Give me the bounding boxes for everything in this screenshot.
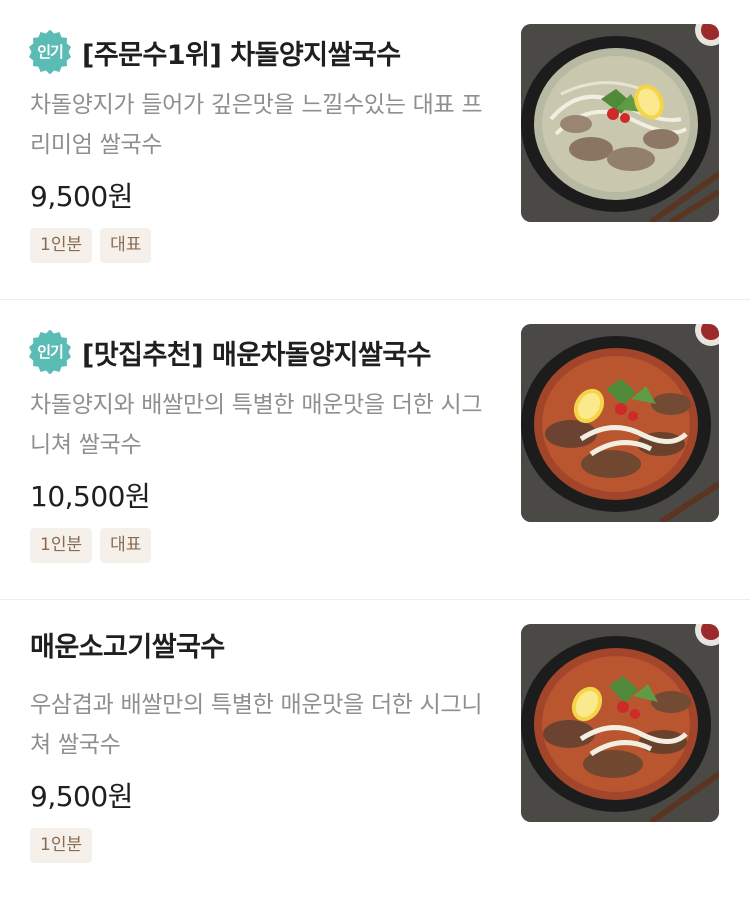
menu-title: [주문수1위] 차돌양지쌀국수 — [82, 39, 401, 71]
menu-title: 매운소고기쌀국수 — [30, 632, 225, 663]
tag-signature: 대표 — [100, 228, 152, 263]
menu-image[interactable] — [521, 624, 719, 822]
menu-title-row: 매운소고기쌀국수 — [30, 625, 225, 664]
popular-badge: 인기 — [28, 330, 72, 374]
menu-item[interactable]: 인기 [주문수1위] 차돌양지쌀국수 차돌양지가 들어가 깊은맛을 느낄수있는 … — [0, 0, 750, 300]
menu-title: [맛집추천] 매운차돌양지쌀국수 — [82, 339, 432, 371]
menu-tags: 1인분 — [30, 828, 100, 863]
tag-serving: 1인분 — [30, 828, 93, 863]
tag-serving: 1인분 — [30, 228, 93, 263]
menu-description: 차돌양지와 배쌀만의 특별한 매운맛을 더한 시그니쳐 쌀국수 — [30, 392, 483, 458]
menu-price: 9,500원 — [30, 180, 133, 213]
menu-tags: 1인분 대표 — [30, 228, 159, 263]
spicy-pho-bowl-image — [521, 324, 719, 522]
spicy-beef-pho-bowl-image — [521, 624, 719, 822]
menu-tags: 1인분 대표 — [30, 528, 159, 563]
popular-badge: 인기 — [28, 30, 72, 74]
tag-serving: 1인분 — [30, 528, 93, 563]
menu-price: 9,500원 — [30, 780, 133, 813]
badge-label: 인기 — [37, 43, 64, 61]
menu-title-row: 인기 [주문수1위] 차돌양지쌀국수 — [28, 30, 401, 74]
menu-list: 인기 [주문수1위] 차돌양지쌀국수 차돌양지가 들어가 깊은맛을 느낄수있는 … — [0, 0, 750, 900]
badge-label: 인기 — [37, 343, 64, 361]
menu-item[interactable]: 매운소고기쌀국수 우삼겹과 배쌀만의 특별한 매운맛을 더한 시그니쳐 쌀국수 … — [0, 600, 750, 900]
menu-item[interactable]: 인기 [맛집추천] 매운차돌양지쌀국수 차돌양지와 배쌀만의 특별한 매운맛을 … — [0, 300, 750, 600]
menu-price: 10,500원 — [30, 480, 151, 513]
clear-pho-bowl-image — [521, 24, 719, 222]
menu-image[interactable] — [521, 24, 719, 222]
menu-description: 우삼겹과 배쌀만의 특별한 매운맛을 더한 시그니쳐 쌀국수 — [30, 692, 483, 758]
menu-title-row: 인기 [맛집추천] 매운차돌양지쌀국수 — [28, 330, 432, 374]
menu-image[interactable] — [521, 324, 719, 522]
tag-signature: 대표 — [100, 528, 152, 563]
menu-description: 차돌양지가 들어가 깊은맛을 느낄수있는 대표 프리미엄 쌀국수 — [30, 92, 483, 158]
